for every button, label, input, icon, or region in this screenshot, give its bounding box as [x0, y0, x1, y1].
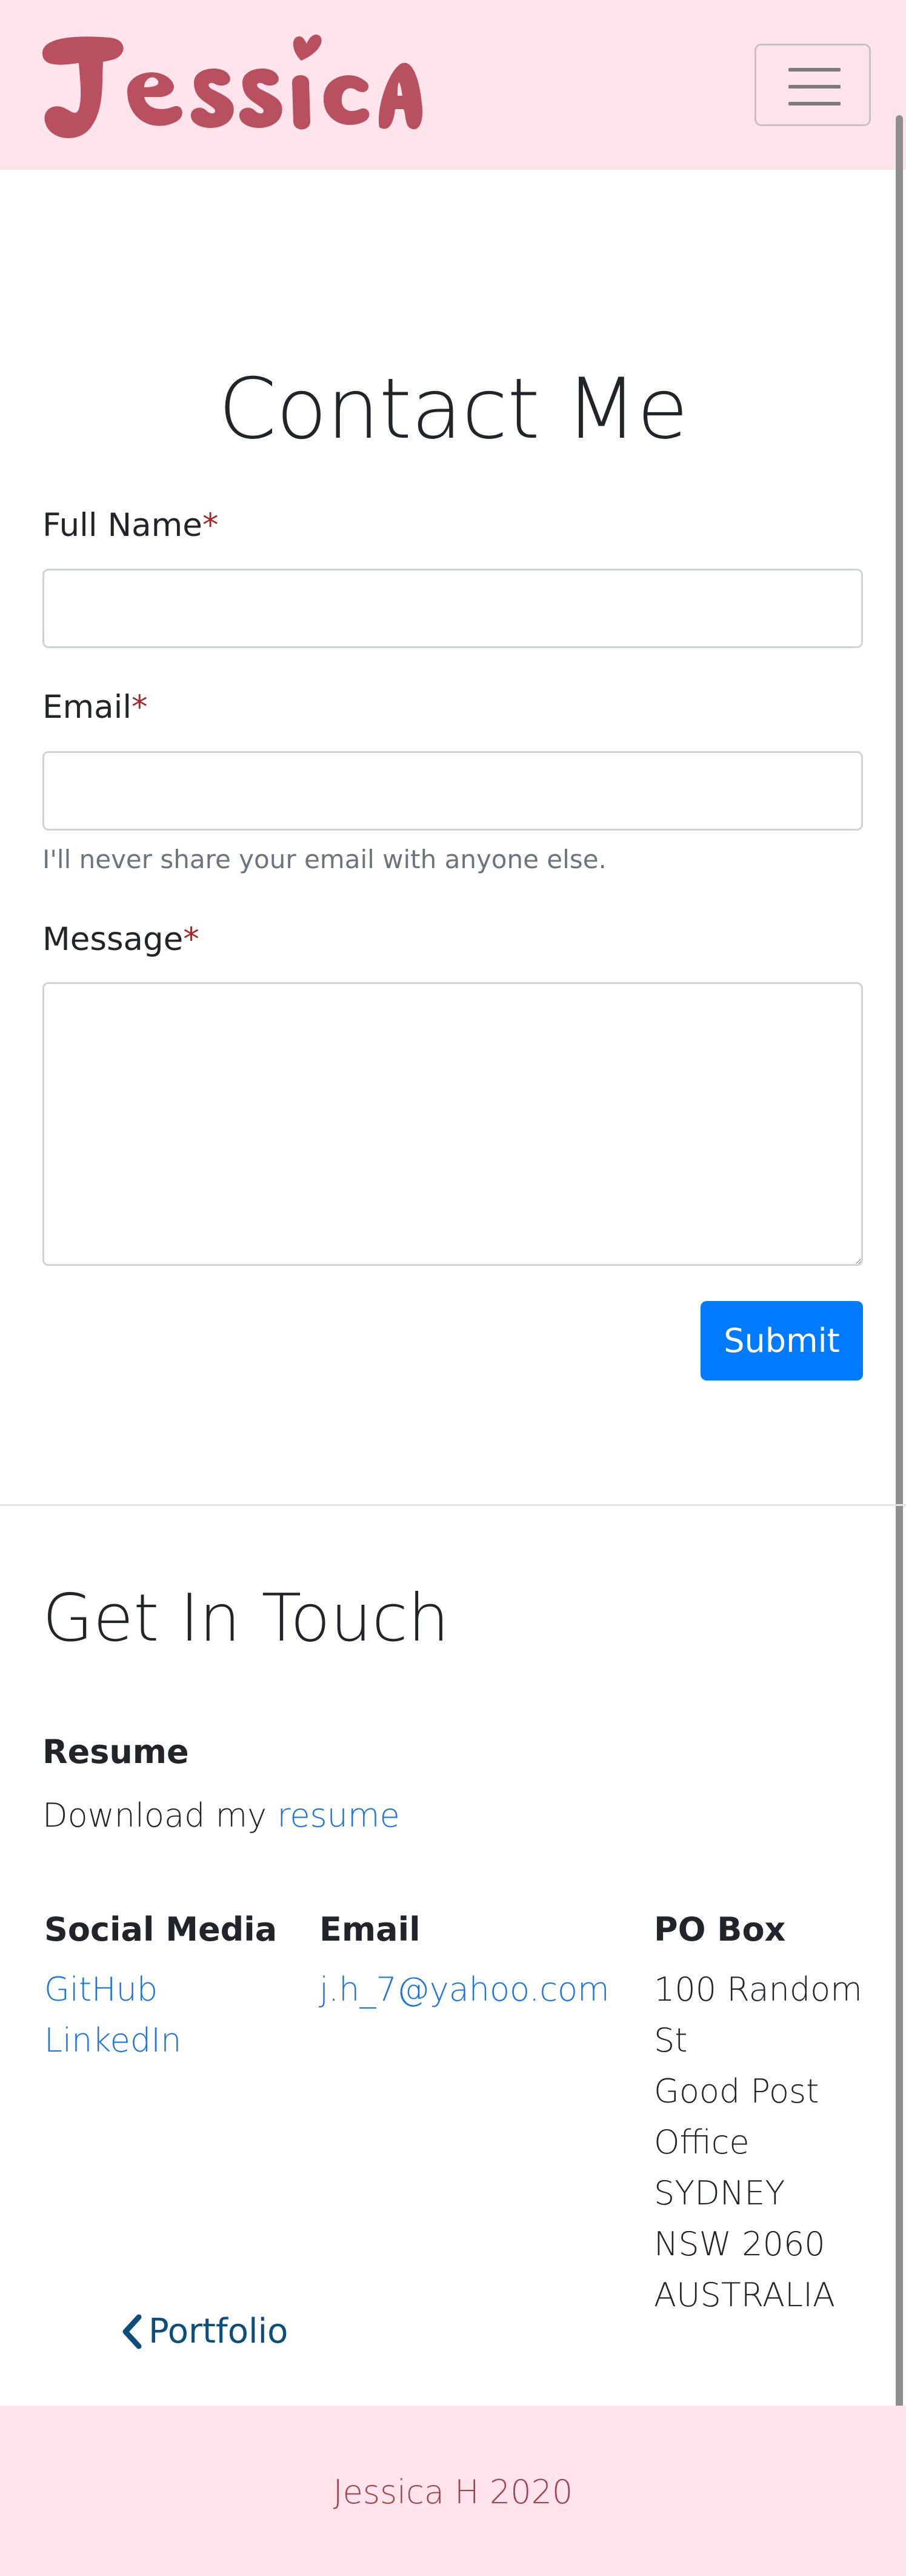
address-line: NSW 2060: [654, 2225, 825, 2263]
email-input[interactable]: [42, 751, 863, 831]
required-mark: *: [202, 507, 219, 544]
address-line: AUSTRALIA: [654, 2276, 835, 2314]
required-mark: *: [132, 689, 148, 726]
resume-link[interactable]: resume: [277, 1796, 399, 1835]
resume-prefix-text: Download my: [42, 1796, 278, 1835]
email-heading: Email: [319, 1910, 421, 1949]
address-line: Good Post: [654, 2072, 819, 2110]
submit-button[interactable]: Submit: [701, 1301, 863, 1380]
hamburger-menu-button[interactable]: [754, 44, 871, 126]
full-name-label-text: Full Name: [42, 507, 202, 544]
footer-copyright: Jessica H 2020: [333, 2473, 573, 2511]
message-label-text: Message: [42, 921, 184, 958]
hamburger-menu-icon-bar: [788, 85, 841, 89]
full-name-label: Full Name*: [42, 506, 218, 545]
github-link[interactable]: GitHub: [44, 1964, 158, 2015]
po-box-heading: PO Box: [654, 1910, 786, 1949]
email-label-text: Email: [42, 689, 132, 726]
hamburger-menu-icon-bar: [788, 102, 841, 105]
social-media-heading: Social Media: [44, 1910, 278, 1949]
portfolio-link-label: Portfolio: [148, 2312, 288, 2351]
portfolio-nav-link[interactable]: Portfolio: [118, 2310, 288, 2354]
hamburger-menu-icon: [788, 68, 841, 72]
section-divider: [0, 1504, 906, 1506]
page-title: Contact Me: [218, 360, 688, 458]
message-label: Message*: [42, 920, 199, 959]
resume-heading: Resume: [42, 1733, 189, 1771]
email-address-link[interactable]: j.h_7@yahoo.com: [319, 1964, 610, 2015]
message-textarea[interactable]: [42, 982, 863, 1266]
site-logo[interactable]: [36, 24, 424, 148]
address-line: Office: [654, 2123, 750, 2161]
linkedin-link[interactable]: LinkedIn: [44, 2015, 181, 2066]
email-help-text: I'll never share your email with anyone …: [42, 845, 607, 874]
jessica-logo-icon: [42, 34, 423, 138]
page-scrollbar[interactable]: [896, 115, 903, 2480]
address-line: SYDNEY: [654, 2174, 785, 2212]
required-mark: *: [183, 921, 199, 958]
full-name-input[interactable]: [42, 569, 863, 648]
section-title: Get In Touch: [42, 1581, 450, 1656]
navbar: [0, 0, 906, 170]
chevron-left-icon: [122, 2314, 142, 2349]
po-box-address: 100 Random St Good Post Office SYDNEY NS…: [654, 1964, 872, 2321]
resume-line: Download my resume: [42, 1790, 400, 1841]
footer: Jessica H 2020: [0, 2406, 906, 2576]
address-line: St: [654, 2021, 688, 2059]
address-line: 100 Random: [654, 1970, 862, 2009]
email-label: Email*: [42, 688, 148, 727]
